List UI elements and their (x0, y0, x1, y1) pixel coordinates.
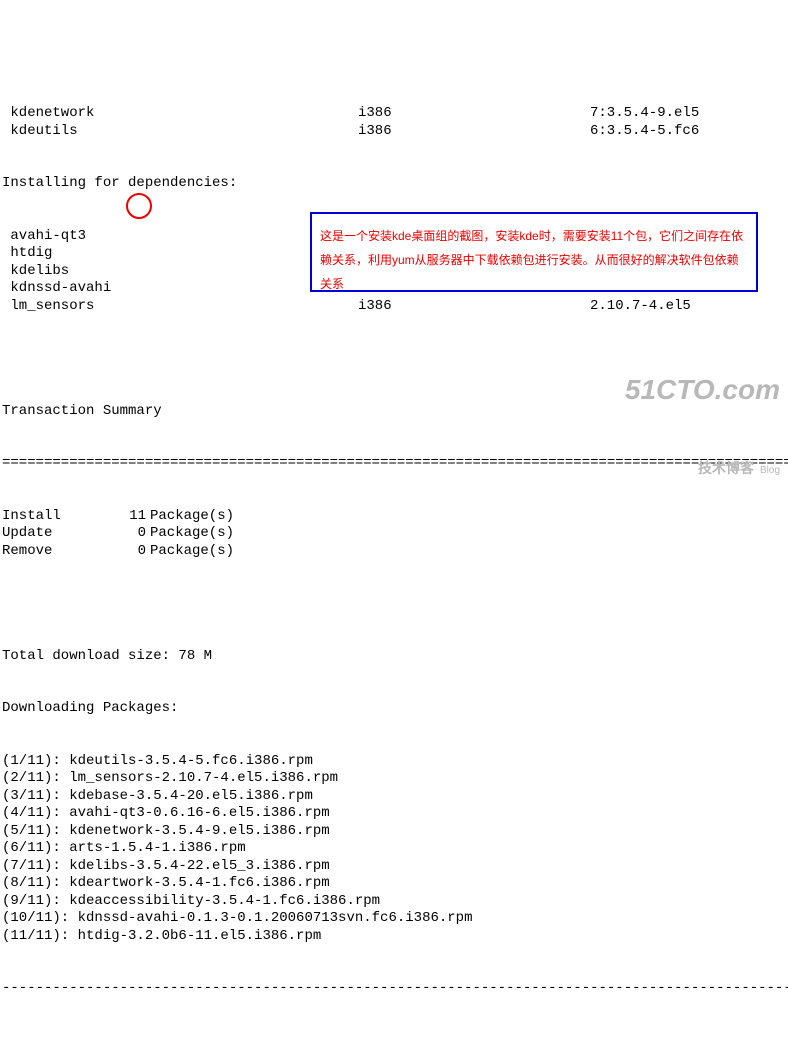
package-name: kdeutils (2, 123, 358, 141)
package-arch: i386 (358, 298, 590, 316)
download-line: (7/11): kdelibs-3.5.4-22.el5_3.i386.rpm (2, 858, 786, 876)
package-name: kdenetwork (2, 105, 358, 123)
summary-unit: Package(s) (146, 508, 234, 526)
package-name: kdelibs (2, 263, 358, 281)
download-line: (11/11): htdig-3.2.0b6-11.el5.i386.rpm (2, 928, 786, 946)
total-download-size: Total download size: 78 M (2, 648, 786, 666)
package-arch: i386 (358, 123, 590, 141)
dash-separator: ----------------------------------------… (2, 980, 788, 998)
package-name: avahi-qt3 (2, 228, 358, 246)
package-name: htdig (2, 245, 358, 263)
download-line: (1/11): kdeutils-3.5.4-5.fc6.i386.rpm (2, 753, 786, 771)
summary-row: Remove0Package(s) (2, 543, 786, 561)
download-line: (10/11): kdnssd-avahi-0.1.3-0.1.20060713… (2, 910, 786, 928)
summary-count: 0 (106, 543, 146, 561)
deps-header: Installing for dependencies: (2, 175, 786, 193)
summary-label: Remove (2, 543, 106, 561)
summary-row: Install11Package(s) (2, 508, 786, 526)
summary-unit: Package(s) (146, 543, 234, 561)
download-line: (5/11): kdenetwork-3.5.4-9.el5.i386.rpm (2, 823, 786, 841)
package-arch: i386 (358, 105, 590, 123)
download-line: (3/11): kdebase-3.5.4-20.el5.i386.rpm (2, 788, 786, 806)
summary-label: Install (2, 508, 106, 526)
package-row: lm_sensorsi3862.10.7-4.el5 (2, 298, 786, 316)
summary-count: 0 (106, 525, 146, 543)
package-version: 7:3.5.4-9.el5 (590, 105, 699, 123)
annotation-callout: 这是一个安装kde桌面组的截图，安装kde时，需要安装11个包，它们之间存在依赖… (310, 212, 758, 292)
separator: ========================================… (2, 455, 788, 473)
package-name: kdnssd-avahi (2, 280, 358, 298)
package-version: 6:3.5.4-5.fc6 (590, 123, 699, 141)
summary-count: 11 (106, 508, 146, 526)
summary-label: Update (2, 525, 106, 543)
download-line: (9/11): kdeaccessibility-3.5.4-1.fc6.i38… (2, 893, 786, 911)
download-line: (6/11): arts-1.5.4-1.i386.rpm (2, 840, 786, 858)
download-line: (8/11): kdeartwork-3.5.4-1.fc6.i386.rpm (2, 875, 786, 893)
transaction-summary-header: Transaction Summary (2, 403, 786, 421)
package-row: kdenetworki3867:3.5.4-9.el5 (2, 105, 786, 123)
package-version: 2.10.7-4.el5 (590, 298, 691, 316)
package-name: lm_sensors (2, 298, 358, 316)
summary-row: Update0Package(s) (2, 525, 786, 543)
downloading-header: Downloading Packages: (2, 700, 786, 718)
summary-unit: Package(s) (146, 525, 234, 543)
download-line: (4/11): avahi-qt3-0.6.16-6.el5.i386.rpm (2, 805, 786, 823)
package-row: kdeutilsi3866:3.5.4-5.fc6 (2, 123, 786, 141)
download-line: (2/11): lm_sensors-2.10.7-4.el5.i386.rpm (2, 770, 786, 788)
